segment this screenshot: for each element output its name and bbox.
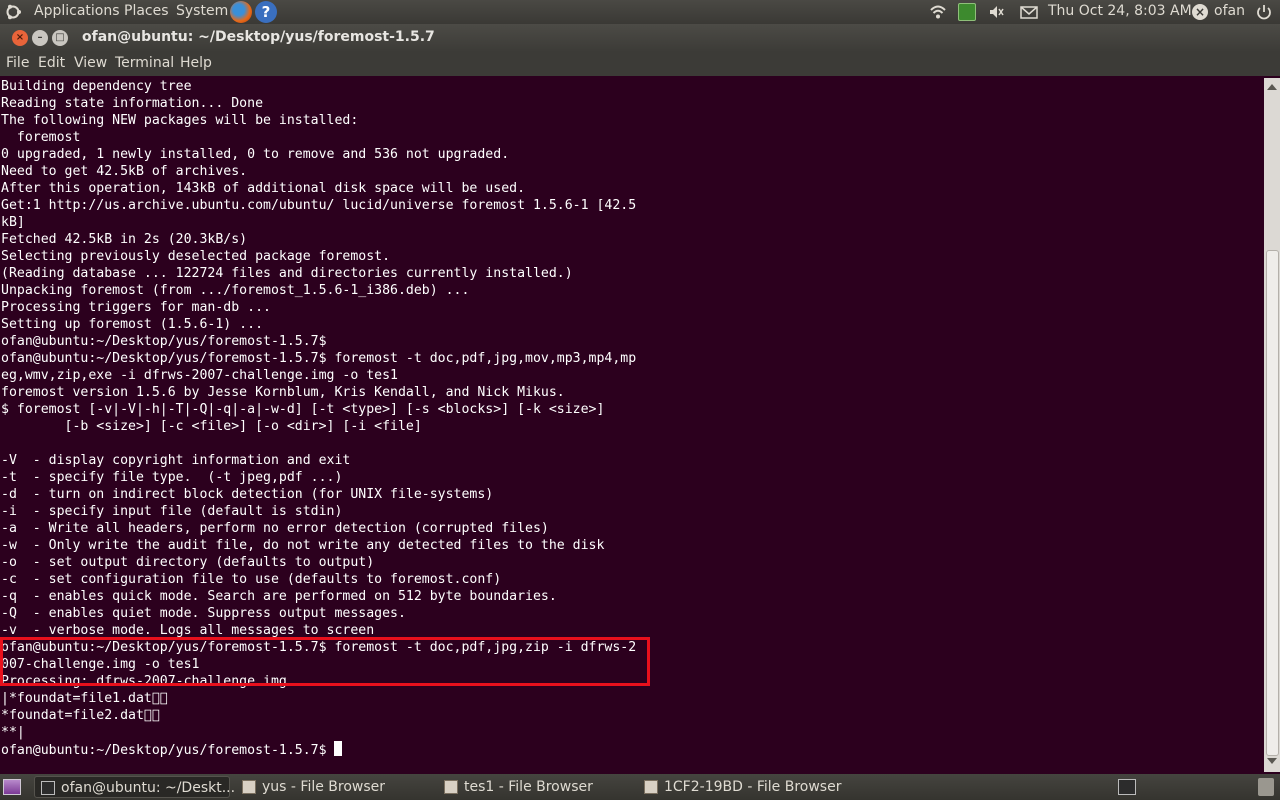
menu-bar: File Edit View Terminal Help — [0, 52, 1280, 76]
terminal-area[interactable]: Building dependency tree Reading state in… — [0, 78, 1264, 772]
task-label: tes1 - File Browser — [464, 779, 593, 795]
terminal-line: ofan@ubuntu:~/Desktop/yus/foremost-1.5.7… — [1, 334, 327, 349]
close-icon[interactable]: × — [12, 30, 28, 46]
terminal-line: -o - set output directory (defaults to o… — [1, 555, 375, 570]
taskbar-item-1cf2[interactable]: 1CF2-19BD - File Browser — [638, 776, 848, 798]
terminal-prompt-line[interactable]: ofan@ubuntu:~/Desktop/yus/foremost-1.5.7… — [1, 741, 636, 759]
terminal-line: ofan@ubuntu:~/Desktop/yus/foremost-1.5.7… — [1, 640, 637, 655]
terminal-line: Get:1 http://us.archive.ubuntu.com/ubunt… — [1, 198, 637, 213]
file-browser-icon — [444, 780, 458, 794]
window-titlebar[interactable]: × – □ ofan@ubuntu: ~/Desktop/yus/foremos… — [0, 24, 1280, 52]
terminal-output: Building dependency tree Reading state in… — [1, 78, 636, 759]
taskbar-item-terminal[interactable]: ofan@ubuntu: ~/Deskt... — [34, 776, 235, 798]
volume-icon[interactable] — [988, 3, 1006, 21]
applications-menu[interactable]: Applications — [34, 3, 120, 19]
terminal-line: foremost — [1, 130, 81, 145]
file-browser-icon — [242, 780, 256, 794]
mail-icon[interactable] — [1020, 3, 1038, 21]
maximize-icon[interactable]: □ — [52, 30, 68, 46]
terminal-line: -d - turn on indirect block detection (f… — [1, 487, 494, 502]
terminal-line: -w - Only write the audit file, do not w… — [1, 538, 605, 553]
task-label: 1CF2-19BD - File Browser — [664, 779, 842, 795]
top-panel: Applications Places System ? Thu Oct 24,… — [0, 0, 1280, 24]
menu-terminal[interactable]: Terminal — [115, 55, 174, 71]
terminal-icon — [41, 781, 55, 795]
taskbar-item-tes1[interactable]: tes1 - File Browser — [438, 776, 634, 798]
help-icon[interactable]: ? — [255, 1, 277, 23]
firefox-icon[interactable] — [230, 1, 252, 23]
show-desktop-icon[interactable] — [3, 779, 21, 795]
menu-view[interactable]: View — [74, 55, 107, 71]
task-label: yus - File Browser — [262, 779, 386, 795]
terminal-scrollbar[interactable] — [1264, 78, 1280, 772]
terminal-line: -Q - enables quiet mode. Suppress output… — [1, 606, 406, 621]
terminal-line: -v - verbose mode. Logs all messages to … — [1, 623, 375, 638]
terminal-line: |*foundat=file1.dat   — [1, 691, 168, 706]
terminal-line: Building dependency tree — [1, 79, 192, 94]
user-status-icon[interactable]: × — [1192, 4, 1208, 20]
terminal-line: 007-challenge.img -o tes1 — [1, 657, 200, 672]
user-name[interactable]: ofan — [1214, 3, 1245, 19]
terminal-line: [-b <size>] [-c <file>] [-o <dir>] [-i <… — [1, 419, 422, 434]
trash-icon[interactable] — [1258, 778, 1274, 796]
taskbar-item-yus[interactable]: yus - File Browser — [236, 776, 432, 798]
terminal-line: Need to get 42.5kB of archives. — [1, 164, 248, 179]
terminal-line: (Reading database ... 122724 files and d… — [1, 266, 573, 281]
workspace-switcher-icon[interactable] — [1118, 779, 1136, 795]
clock[interactable]: Thu Oct 24, 8:03 AM — [1048, 3, 1192, 19]
terminal-line: -q - enables quick mode. Search are perf… — [1, 589, 557, 604]
terminal-line: Fetched 42.5kB in 2s (20.3kB/s) — [1, 232, 248, 247]
terminal-line: foremost version 1.5.6 by Jesse Kornblum… — [1, 385, 565, 400]
menu-help[interactable]: Help — [180, 55, 212, 71]
terminal-line: eg,wmv,zip,exe -i dfrws-2007-challenge.i… — [1, 368, 398, 383]
file-browser-icon — [644, 780, 658, 794]
update-manager-icon[interactable] — [958, 3, 976, 21]
menu-file[interactable]: File — [6, 55, 29, 71]
minimize-icon[interactable]: – — [32, 30, 48, 46]
terminal-line: Selecting previously deselected package … — [1, 249, 391, 264]
terminal-line: Reading state information... Done — [1, 96, 264, 111]
terminal-line: Processing: dfrws-2007-challenge.img — [1, 674, 287, 689]
terminal-line: -a - Write all headers, perform no error… — [1, 521, 549, 536]
terminal-line: $ foremost [-v|-V|-h|-T|-Q|-q|-a|-w-d] [… — [1, 402, 605, 417]
terminal-line: Unpacking foremost (from .../foremost_1.… — [1, 283, 470, 298]
ubuntu-logo-icon[interactable] — [4, 3, 22, 21]
terminal-prompt: ofan@ubuntu:~/Desktop/yus/foremost-1.5.7… — [1, 743, 335, 758]
scroll-down-icon[interactable] — [1267, 758, 1277, 764]
terminal-line: ofan@ubuntu:~/Desktop/yus/foremost-1.5.7… — [1, 351, 637, 366]
terminal-line: Processing triggers for man-db ... — [1, 300, 271, 315]
system-menu[interactable]: System — [176, 3, 228, 19]
terminal-line: **| — [1, 725, 25, 740]
terminal-line: kB] — [1, 215, 25, 230]
terminal-line: -i - specify input file (default is stdi… — [1, 504, 343, 519]
terminal-line: *foundat=file2.dat   — [1, 708, 160, 723]
power-icon[interactable] — [1255, 3, 1273, 21]
window-title: ofan@ubuntu: ~/Desktop/yus/foremost-1.5.… — [82, 29, 435, 45]
terminal-line: 0 upgraded, 1 newly installed, 0 to remo… — [1, 147, 510, 162]
scrollbar-thumb[interactable] — [1266, 250, 1279, 756]
scroll-up-icon[interactable] — [1267, 84, 1277, 90]
terminal-line: -c - set configuration file to use (defa… — [1, 572, 502, 587]
terminal-line: Setting up foremost (1.5.6-1) ... — [1, 317, 264, 332]
terminal-line: After this operation, 143kB of additiona… — [1, 181, 526, 196]
task-label: ofan@ubuntu: ~/Deskt... — [61, 780, 236, 796]
places-menu[interactable]: Places — [124, 3, 169, 19]
terminal-cursor — [334, 741, 343, 756]
wifi-icon[interactable] — [929, 3, 947, 21]
menu-edit[interactable]: Edit — [38, 55, 65, 71]
bottom-panel: ofan@ubuntu: ~/Deskt... yus - File Brows… — [0, 774, 1280, 800]
terminal-line: -t - specify file type. (-t jpeg,pdf ...… — [1, 470, 343, 485]
terminal-line: -V - display copyright information and e… — [1, 453, 351, 468]
terminal-line: The following NEW packages will be insta… — [1, 113, 359, 128]
